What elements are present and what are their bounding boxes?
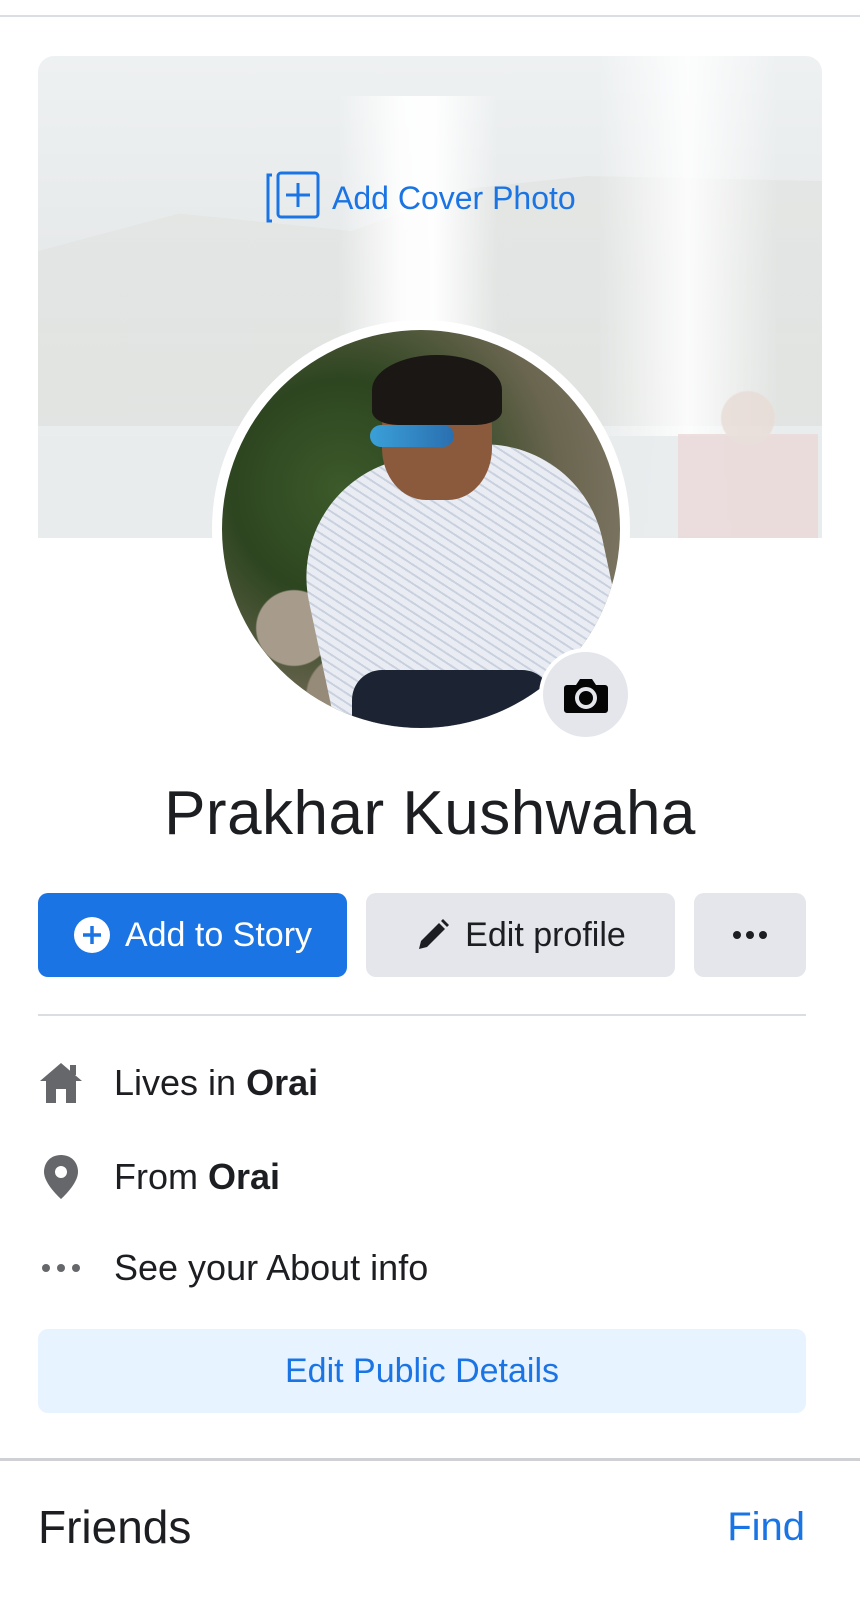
from-prefix: From [114, 1156, 198, 1197]
profile-name: Prakhar Kushwaha [164, 779, 696, 848]
cover-background-person [678, 386, 818, 538]
detail-lives-in: Lives in Orai [38, 1053, 318, 1113]
profile-divider [38, 1014, 806, 1016]
home-icon [38, 1060, 84, 1106]
plus-circle-icon [73, 917, 110, 953]
add-cover-photo-button[interactable]: Add Cover Photo [264, 170, 576, 226]
lives-in-prefix: Lives in [114, 1062, 237, 1103]
change-profile-picture-button[interactable] [539, 648, 632, 741]
more-horizontal-icon [733, 931, 767, 939]
edit-public-details-button[interactable]: Edit Public Details [38, 1329, 806, 1413]
add-cover-photo-label: Add Cover Photo [332, 179, 576, 216]
add-to-story-label: Add to Story [124, 915, 313, 954]
edit-profile-label: Edit profile [465, 915, 626, 954]
from-value: Orai [208, 1156, 281, 1197]
friends-heading: Friends [38, 1501, 192, 1553]
location-pin-icon [38, 1154, 84, 1200]
see-about-info-link[interactable]: See your About info [38, 1238, 428, 1298]
section-divider [0, 1458, 860, 1461]
avatar-sunglasses [370, 425, 454, 447]
camera-icon [563, 678, 608, 713]
lives-in-value: Orai [246, 1062, 319, 1103]
find-friends-link[interactable]: Find [727, 1505, 805, 1550]
top-divider [0, 15, 860, 17]
add-to-story-button[interactable]: Add to Story [38, 893, 347, 977]
pencil-icon [419, 919, 450, 949]
edit-public-details-label: Edit Public Details [284, 1351, 559, 1390]
edit-profile-button[interactable]: Edit profile [366, 893, 675, 977]
add-photo-icon [266, 171, 320, 223]
detail-from: From Orai [38, 1147, 280, 1207]
more-horizontal-icon [38, 1245, 84, 1291]
avatar-jeans [352, 670, 552, 728]
avatar-hair [372, 355, 502, 425]
more-options-button[interactable] [694, 893, 806, 977]
see-about-info-label: See your About info [114, 1247, 429, 1288]
